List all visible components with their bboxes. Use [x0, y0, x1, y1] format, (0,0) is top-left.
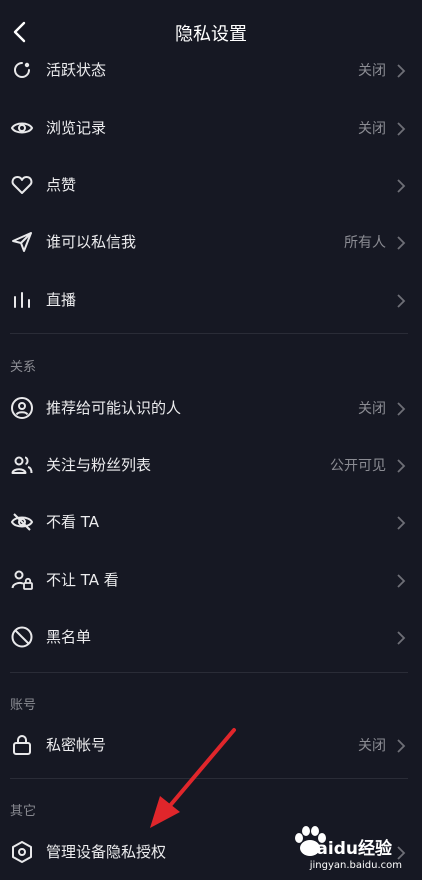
- row-label: 不让 TA 看: [46, 571, 119, 589]
- chevron-right-icon: [397, 459, 406, 473]
- section-divider: [10, 778, 408, 779]
- setting-row-live[interactable]: 直播: [0, 272, 422, 328]
- row-value: 所有人: [344, 235, 386, 251]
- eye-off-icon: [10, 513, 34, 531]
- chevron-right-icon: [397, 179, 406, 193]
- user-circle-icon: [11, 397, 33, 419]
- setting-row-hide-ta[interactable]: 不看 TA: [0, 494, 422, 550]
- chevron-right-icon: [397, 236, 406, 250]
- setting-row-browse-history[interactable]: 浏览记录 关闭: [0, 100, 422, 156]
- row-label: 活跃状态: [46, 61, 107, 79]
- send-icon: [12, 232, 32, 252]
- device-privacy-icon: [12, 841, 32, 863]
- row-value: 关闭: [358, 401, 386, 417]
- activity-icon: [14, 62, 30, 78]
- users-icon: [11, 456, 33, 474]
- chevron-right-icon: [397, 402, 406, 416]
- row-value: 公开可见: [330, 458, 386, 474]
- row-label: 不看 TA: [46, 513, 100, 531]
- section-divider: [10, 333, 408, 334]
- section-divider: [10, 672, 408, 673]
- setting-row-follow-list[interactable]: 关注与粉丝列表 公开可见: [0, 437, 422, 493]
- row-value: 关闭: [358, 738, 386, 754]
- section-header-account: 账号: [10, 698, 37, 713]
- row-value: 关闭: [358, 121, 386, 137]
- setting-row-block-ta[interactable]: 不让 TA 看: [0, 552, 422, 608]
- row-label: 私密帐号: [46, 736, 107, 754]
- row-value: 关闭: [358, 63, 386, 79]
- setting-row-recommend[interactable]: 推荐给可能认识的人 关闭: [0, 380, 422, 436]
- setting-row-activity-status[interactable]: 活跃状态 关闭: [0, 42, 422, 98]
- chevron-right-icon: [397, 64, 406, 78]
- chevron-right-icon: [397, 122, 406, 136]
- setting-row-private-account[interactable]: 私密帐号 关闭: [0, 717, 422, 773]
- section-header-other: 其它: [10, 804, 37, 819]
- lock-icon: [13, 735, 31, 755]
- row-label: 关注与粉丝列表: [46, 456, 152, 474]
- chevron-right-icon: [397, 631, 406, 645]
- chevron-right-icon: [397, 574, 406, 588]
- row-label: 推荐给可能认识的人: [46, 399, 182, 417]
- row-label: 黑名单: [46, 628, 92, 646]
- row-label: 点赞: [46, 176, 77, 194]
- chevron-right-icon: [397, 516, 406, 530]
- watermark-brand: Baidu经验: [303, 839, 392, 859]
- live-bars-icon: [14, 292, 30, 308]
- row-label: 浏览记录: [46, 119, 107, 137]
- setting-row-who-can-message[interactable]: 谁可以私信我 所有人: [0, 214, 422, 270]
- section-header-relation: 关系: [10, 360, 37, 375]
- row-label: 管理设备隐私授权: [46, 843, 167, 861]
- heart-icon: [11, 176, 33, 194]
- chevron-right-icon: [397, 294, 406, 308]
- setting-row-blacklist[interactable]: 黑名单: [0, 609, 422, 665]
- watermark-url: jingyan.baidu.com: [309, 860, 402, 871]
- eye-icon: [10, 122, 34, 134]
- user-lock-icon: [11, 570, 33, 590]
- chevron-right-icon: [397, 739, 406, 753]
- block-icon: [11, 626, 33, 648]
- setting-row-likes[interactable]: 点赞: [0, 157, 422, 213]
- row-label: 直播: [46, 291, 77, 309]
- row-label: 谁可以私信我: [46, 233, 137, 251]
